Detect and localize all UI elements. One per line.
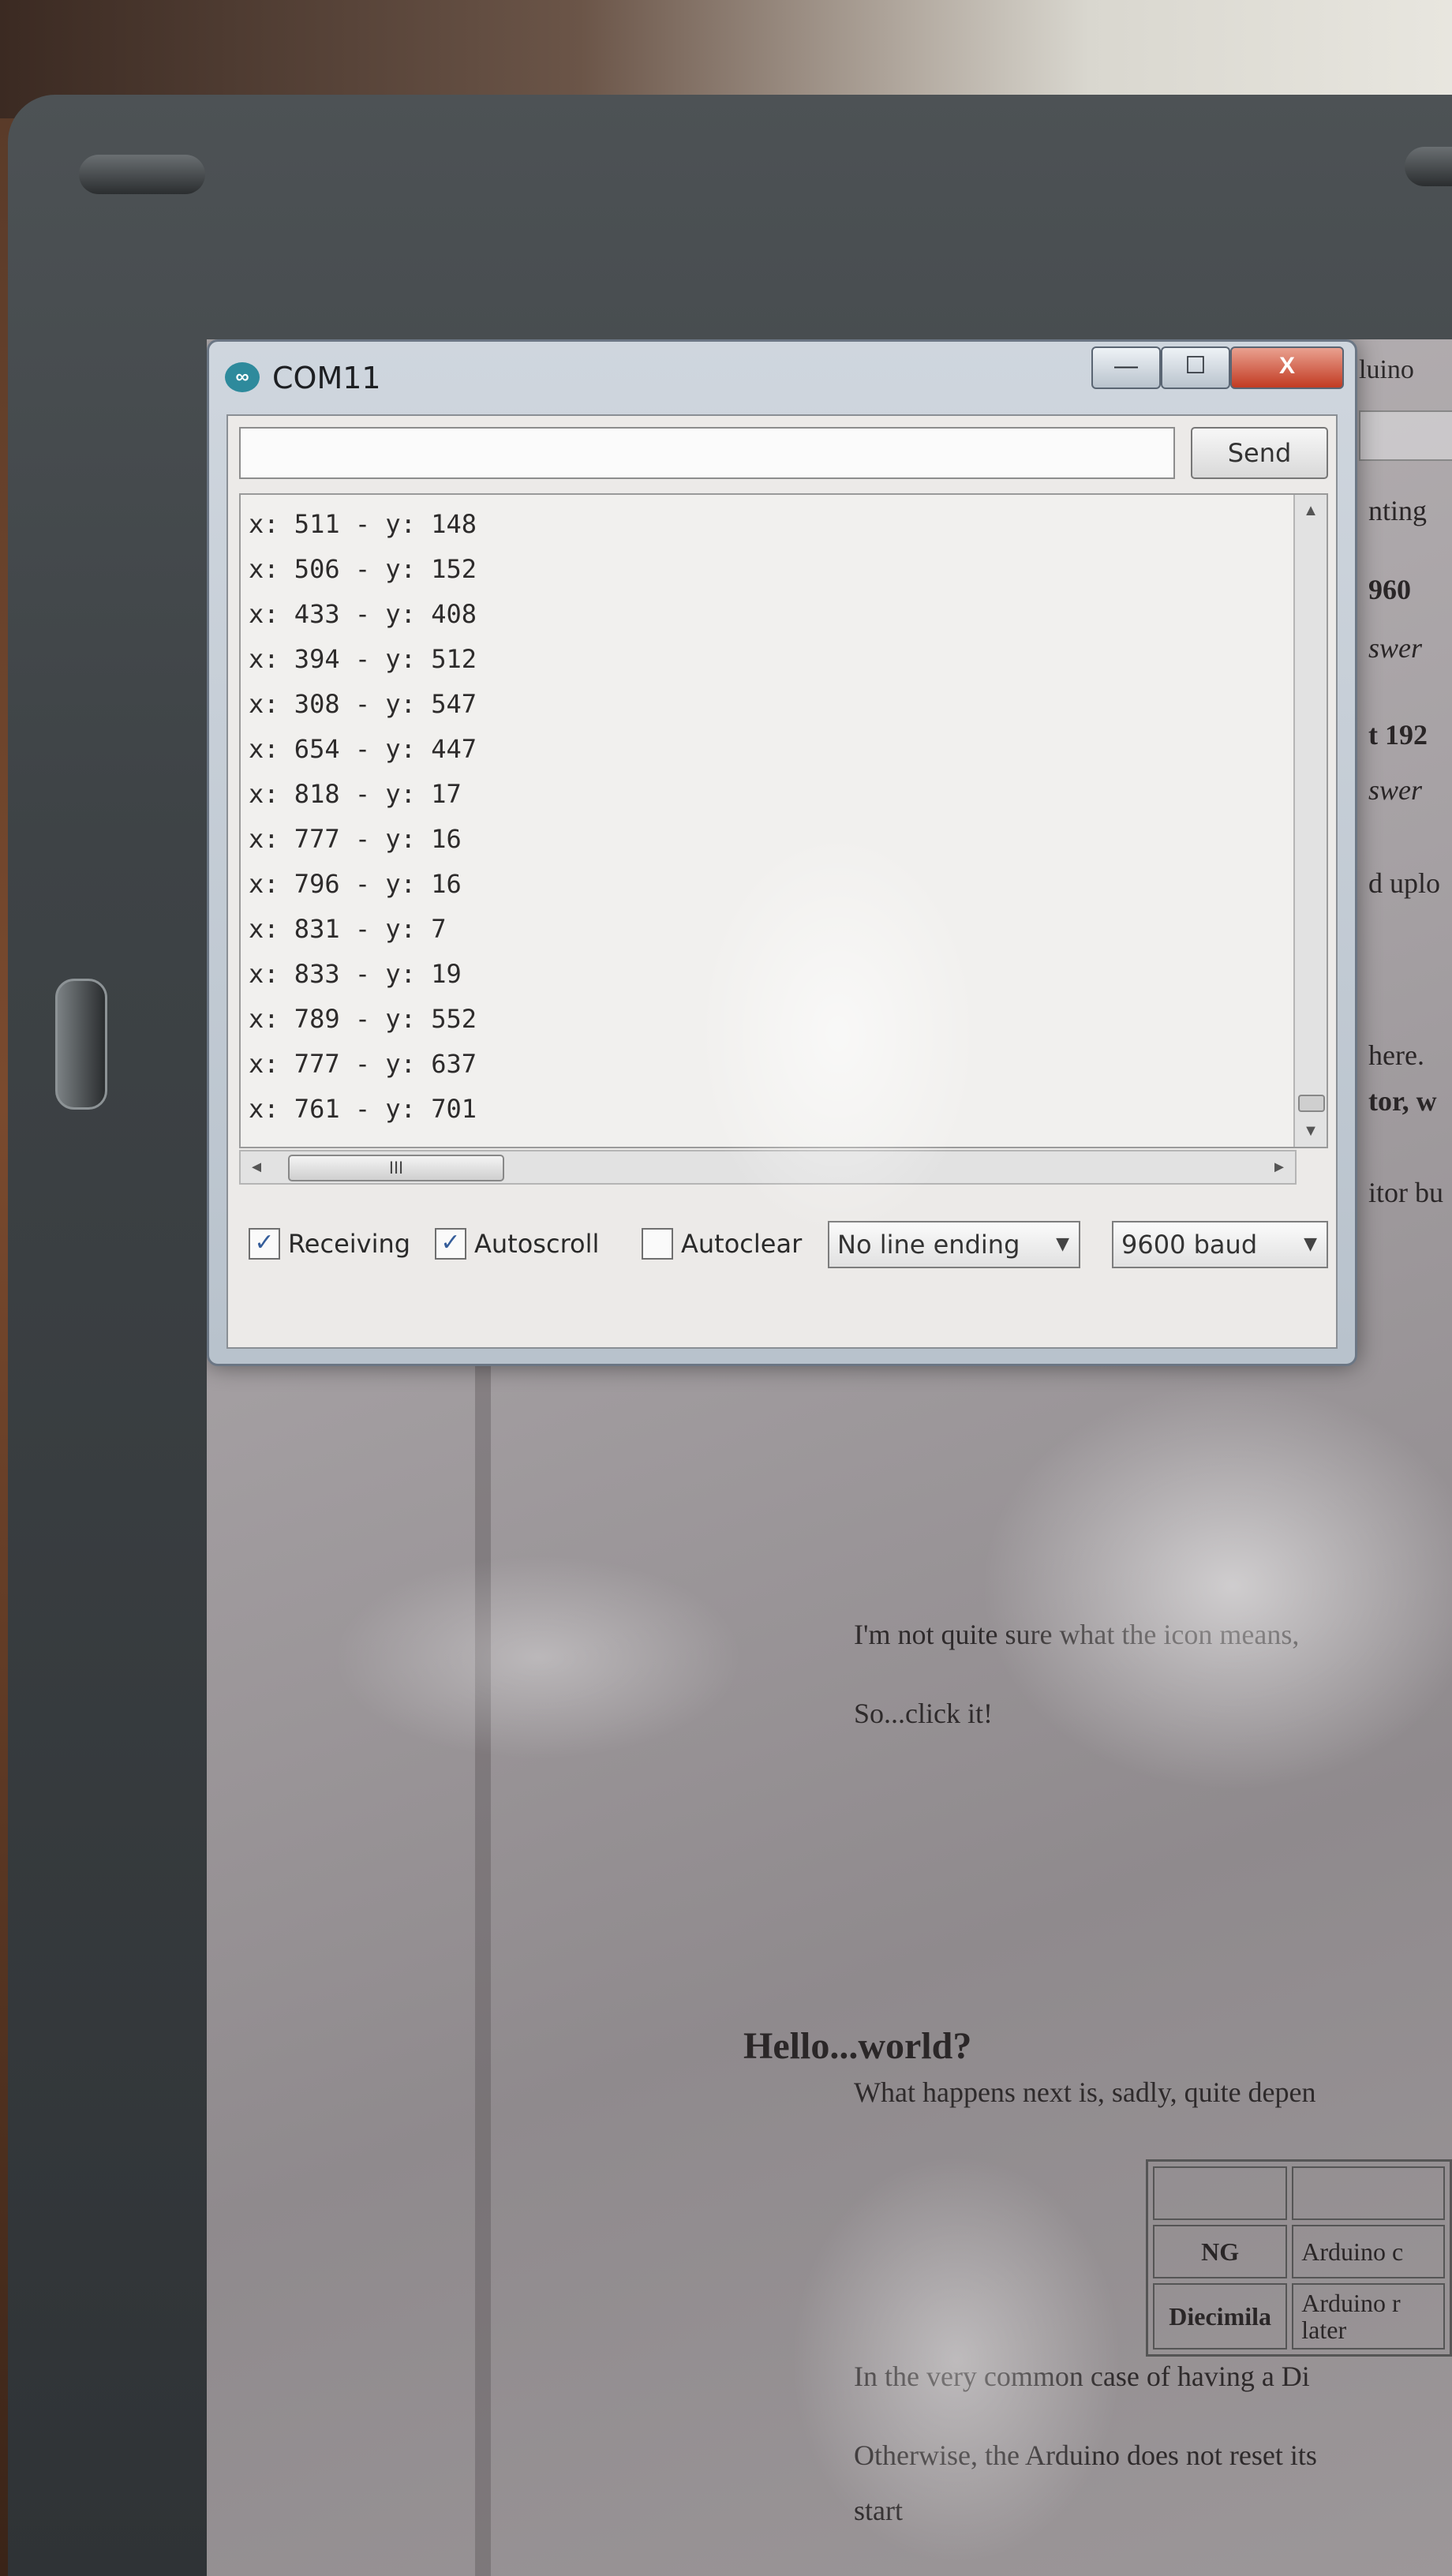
serial-output-line: x: 789 - y: 552: [249, 1004, 477, 1034]
background-fragment: d uplo: [1368, 867, 1441, 899]
line-ending-value: No line ending: [837, 1230, 1020, 1260]
scroll-up-icon[interactable]: ▲: [1295, 495, 1327, 526]
horizontal-scroll-thumb[interactable]: III: [288, 1155, 504, 1181]
serial-output-line: x: 818 - y: 17: [249, 779, 462, 809]
serial-output-line: x: 777 - y: 637: [249, 1049, 477, 1079]
serial-output-line: x: 761 - y: 701: [249, 1094, 477, 1124]
background-paragraph: So...click it!: [854, 1698, 993, 1729]
arduino-icon: ∞: [225, 362, 260, 392]
background-paragraph: start: [854, 2495, 903, 2526]
autoscroll-label: Autoscroll: [474, 1229, 600, 1259]
serial-output-line: x: 308 - y: 547: [249, 689, 477, 719]
laptop-screen: luino nting 960 swer t 192 swer d uplo h…: [207, 339, 1452, 2576]
minimize-button[interactable]: —: [1091, 346, 1161, 389]
vertical-scrollbar[interactable]: ▲ ▼: [1293, 495, 1327, 1147]
background-paragraph: Otherwise, the Arduino does not reset it…: [854, 2439, 1317, 2471]
title-bar[interactable]: ∞ COM11 — ☐ X: [209, 342, 1355, 413]
laptop-hinge-left: [79, 155, 205, 194]
table-row: NG Arduino c: [1153, 2225, 1445, 2278]
scroll-down-icon[interactable]: ▼: [1295, 1115, 1327, 1147]
background-fragment: nting: [1368, 495, 1428, 526]
serial-output-line: x: 654 - y: 447: [249, 734, 477, 764]
window-title: COM11: [272, 361, 381, 395]
serial-output-line: x: 833 - y: 19: [249, 959, 462, 989]
table-row: Diecimila Arduino r later: [1153, 2283, 1445, 2349]
serial-monitor-client: Send ▲ ▼ x: 511 - y: 148 x: 506 - y: 152 x…: [226, 414, 1338, 1349]
serial-output-line: x: 511 - y: 148: [249, 509, 477, 539]
serial-output-line: x: 796 - y: 16: [249, 869, 462, 899]
serial-output-line: x: 831 - y: 7: [249, 914, 447, 944]
laptop-latch: [55, 979, 107, 1110]
background-fragment: here.: [1368, 1039, 1424, 1071]
autoscroll-checkbox[interactable]: ✓ Autoscroll: [435, 1224, 599, 1264]
table-cell: Arduino c: [1292, 2225, 1445, 2278]
chevron-down-icon: ▼: [1056, 1234, 1069, 1254]
table-cell: Diecimila: [1153, 2283, 1288, 2349]
background-heading: Hello...world?: [743, 2025, 972, 2067]
background-tab-title[interactable]: luino: [1359, 355, 1414, 385]
table-cell: [1153, 2166, 1288, 2220]
table-row: [1153, 2166, 1445, 2220]
background-fragment: swer: [1368, 632, 1423, 664]
background-fragment: swer: [1368, 774, 1423, 806]
checkbox-icon[interactable]: ✓: [435, 1228, 466, 1260]
background-fragment: t 192: [1368, 719, 1428, 751]
serial-options-bar: ✓ Receiving ✓ Autoscroll Autoclear No li…: [239, 1213, 1328, 1276]
receiving-label: Receiving: [288, 1229, 411, 1259]
maximize-button[interactable]: ☐: [1161, 346, 1230, 389]
table-cell: Arduino r later: [1292, 2283, 1445, 2349]
background-toolbar: [1359, 410, 1452, 461]
serial-output-line: x: 506 - y: 152: [249, 554, 477, 584]
table-cell: [1292, 2166, 1445, 2220]
background-paragraph: I'm not quite sure what the icon means,: [854, 1619, 1300, 1650]
table-cell: NG: [1153, 2225, 1288, 2278]
checkbox-icon[interactable]: [642, 1228, 673, 1260]
background-paragraph: In the very common case of having a Di: [854, 2361, 1310, 2392]
serial-send-input[interactable]: [239, 427, 1175, 479]
vertical-scroll-thumb[interactable]: [1298, 1095, 1325, 1112]
scroll-right-icon[interactable]: ►: [1263, 1151, 1295, 1183]
serial-output-area[interactable]: ▲ ▼ x: 511 - y: 148 x: 506 - y: 152 x: 433…: [239, 493, 1328, 1148]
background-paragraph: What happens next is, sadly, quite depen: [854, 2076, 1316, 2108]
baud-rate-value: 9600 baud: [1121, 1230, 1258, 1260]
background-fragment: itor bu: [1368, 1177, 1443, 1208]
close-button[interactable]: X: [1230, 346, 1344, 389]
line-ending-select[interactable]: No line ending ▼: [828, 1221, 1080, 1268]
autoclear-label: Autoclear: [681, 1229, 803, 1259]
background-table: NG Arduino c Diecimila Arduino r later: [1146, 2159, 1452, 2357]
checkbox-icon[interactable]: ✓: [249, 1228, 280, 1260]
background-fragment: 960: [1368, 574, 1411, 605]
horizontal-scrollbar[interactable]: ◄ III ►: [239, 1150, 1297, 1185]
serial-output-line: x: 777 - y: 16: [249, 824, 462, 854]
receiving-checkbox[interactable]: ✓ Receiving: [249, 1224, 410, 1264]
serial-output-line: x: 433 - y: 408: [249, 599, 477, 629]
serial-output-line: x: 394 - y: 512: [249, 644, 477, 674]
send-button[interactable]: Send: [1191, 427, 1328, 479]
scroll-left-icon[interactable]: ◄: [241, 1151, 272, 1183]
chevron-down-icon: ▼: [1304, 1234, 1317, 1254]
background-fragment: tor, w: [1368, 1085, 1437, 1117]
baud-rate-select[interactable]: 9600 baud ▼: [1112, 1221, 1328, 1268]
laptop-hinge-right: [1405, 147, 1452, 186]
autoclear-checkbox[interactable]: Autoclear: [642, 1224, 802, 1264]
serial-monitor-window: ∞ COM11 — ☐ X Send ▲ ▼ x: 511 - y: 148 x:…: [207, 339, 1357, 1366]
